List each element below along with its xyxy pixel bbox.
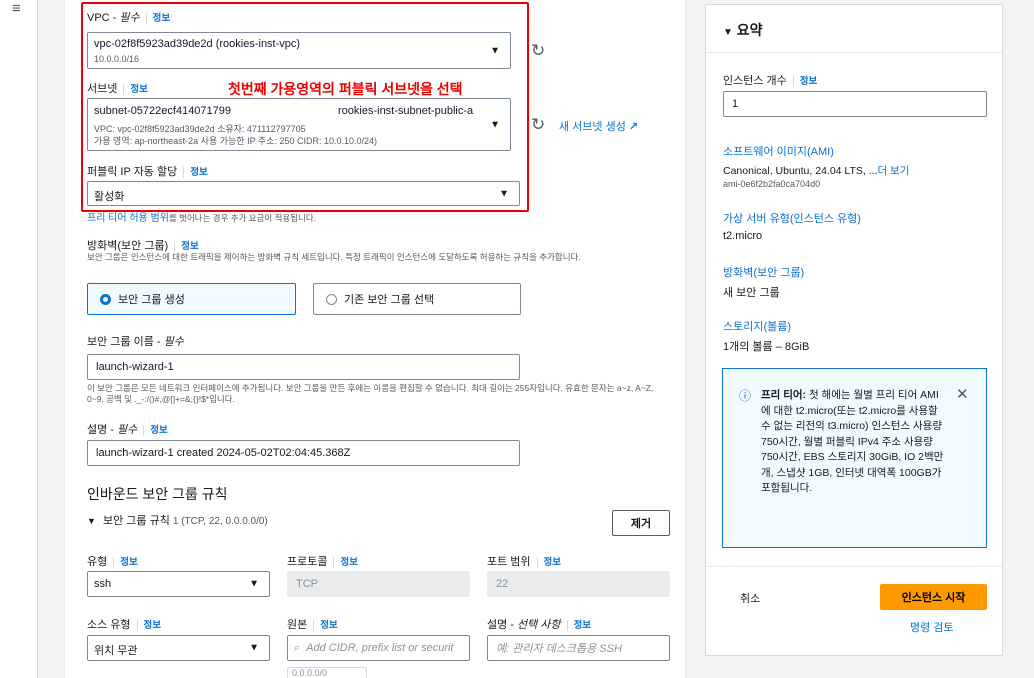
rule-header[interactable]: ▼ 보안 그룹 규칙 1 (TCP, 22, 0.0.0.0/0)	[87, 512, 268, 528]
vpc-info-link[interactable]: 정보	[145, 13, 171, 24]
caret-down-icon: ▼	[723, 27, 733, 38]
port-input: 22	[487, 571, 670, 597]
rule-desc-label: 설명 - 선택 사항 정보	[487, 619, 592, 631]
instance-type-value: t2.micro	[723, 230, 763, 242]
instance-count-input[interactable]: 1	[723, 91, 987, 117]
source-input[interactable]: ⌕ Add CIDR, prefix list or securit	[287, 635, 470, 661]
storage-link[interactable]: 스토리지(볼륨)	[723, 318, 791, 334]
refresh-vpc-icon[interactable]: ↻	[531, 42, 545, 59]
free-tier-note: 프리 티어 허용 범위를 벗어나는 경우 추가 요금이 적용됩니다.	[87, 213, 317, 224]
protocol-input: TCP	[287, 571, 470, 597]
divider	[706, 52, 1002, 53]
subnet-name: rookies-inst-subnet-public-a	[338, 105, 474, 117]
review-commands-link[interactable]: 명령 검토	[910, 619, 954, 635]
subnet-id: subnet-05722ecf414071799	[94, 105, 232, 117]
vpc-label: VPC - 필수 정보	[87, 12, 171, 24]
divider	[706, 566, 1002, 567]
sg-name-input[interactable]: launch-wizard-1	[87, 354, 520, 380]
new-subnet-link[interactable]: 새 서브넷 생성 ↗	[559, 118, 638, 134]
firewall-value: 새 보안 그룹	[723, 287, 780, 299]
refresh-subnet-icon[interactable]: ↻	[531, 116, 545, 133]
radio-unselected-icon	[326, 293, 337, 305]
source-type-value: 위치 무관	[94, 645, 138, 657]
remove-rule-button[interactable]: 제거	[612, 510, 670, 536]
caret-down-icon: ▼	[490, 45, 500, 56]
port-info-link[interactable]: 정보	[536, 557, 562, 568]
subnet-meta-2: 가용 영역: ap-northeast-2a 사용 가능한 IP 주소: 250…	[94, 136, 378, 146]
firewall-link[interactable]: 방화벽(보안 그룹)	[723, 264, 804, 280]
type-label: 유형 정보	[87, 556, 138, 568]
caret-down-icon: ▼	[490, 119, 500, 130]
firewall-info-link[interactable]: 정보	[174, 241, 199, 252]
external-link-icon: ↗	[628, 121, 639, 133]
caret-down-icon: ▼	[499, 188, 509, 199]
count-label: 인스턴스 개수 정보	[723, 75, 818, 87]
type-info-link[interactable]: 정보	[113, 557, 138, 568]
rule-desc-info-link[interactable]: 정보	[566, 620, 592, 631]
vpc-select[interactable]: vpc-02f8f5923ad39de2d (rookies-inst-vpc)…	[87, 32, 511, 69]
ami-value: Canonical, Ubuntu, 24.04 LTS, ...더 보기	[723, 165, 910, 177]
sg-desc-input[interactable]: launch-wizard-1 created 2024-05-02T02:04…	[87, 440, 520, 466]
protocol-label: 프로토콜 정보	[287, 556, 358, 568]
free-tier-link[interactable]: 프리 티어 허용 범위	[87, 213, 169, 224]
vpc-value: vpc-02f8f5923ad39de2d (rookies-inst-vpc)	[94, 38, 301, 50]
source-type-select[interactable]: 위치 무관 ▼	[87, 635, 270, 661]
radio-selected-icon	[100, 293, 111, 305]
cancel-button[interactable]: 취소	[740, 590, 760, 606]
storage-value: 1개의 볼륨 – 8GiB	[723, 341, 810, 353]
caret-down-icon: ▼	[87, 516, 96, 526]
free-tier-alert: ⓘ 프리 티어: 첫 해에는 월별 프리 티어 AMI에 대한 t2.micro…	[722, 368, 987, 548]
create-sg-option[interactable]: 보안 그룹 생성	[87, 283, 296, 315]
source-chip: 0.0.0.0/0	[287, 667, 367, 678]
search-icon: ⌕	[294, 641, 301, 654]
port-label: 포트 범위 정보	[487, 556, 562, 568]
caret-down-icon: ▼	[249, 642, 259, 654]
ami-more-link[interactable]: 더 보기	[877, 165, 909, 177]
subnet-info-link[interactable]: 정보	[123, 84, 148, 95]
inbound-rules-title: 인바운드 보안 그룹 규칙	[87, 486, 228, 502]
vpc-cidr: 10.0.0.0/16	[94, 54, 140, 64]
public-ip-select[interactable]: 활성화 ▼	[87, 181, 520, 206]
ami-link[interactable]: 소프트웨어 이미지(AMI)	[723, 143, 834, 159]
subnet-label: 서브넷 정보	[87, 83, 148, 95]
info-icon: ⓘ	[739, 389, 752, 403]
source-info-link[interactable]: 정보	[313, 620, 338, 631]
subnet-select[interactable]: subnet-05722ecf414071799 rookies-inst-su…	[87, 98, 511, 151]
sg-name-label: 보안 그룹 이름 - 필수	[87, 336, 184, 348]
side-nav-rail	[0, 0, 38, 678]
menu-icon[interactable]: ≡	[12, 1, 21, 16]
close-icon[interactable]: ✕	[956, 385, 969, 403]
source-type-info-link[interactable]: 정보	[136, 620, 162, 631]
free-tier-text: 프리 티어: 첫 해에는 월별 프리 티어 AMI에 대한 t2.micro(또…	[761, 389, 944, 494]
firewall-label: 방화벽(보안 그룹) 정보	[87, 240, 199, 252]
firewall-desc: 보안 그룹은 인스턴스에 대한 트래픽을 제어하는 방화벽 규칙 세트입니다. …	[87, 252, 581, 262]
instance-type-link[interactable]: 가상 서버 유형(인스턴스 유형)	[723, 210, 861, 226]
sg-name-desc: 이 보안 그룹은 모든 네트워크 인터페이스에 추가됩니다. 보안 그룹을 만든…	[87, 383, 654, 404]
count-info-link[interactable]: 정보	[792, 76, 818, 87]
sg-desc-info-link[interactable]: 정보	[143, 425, 168, 436]
rule-desc-input[interactable]: 예: 관리자 데스크톱용 SSH	[487, 635, 670, 661]
public-ip-value: 활성화	[94, 191, 125, 203]
annotation-text: 첫번째 가용영역의 퍼블릭 서브넷을 선택	[228, 81, 463, 97]
source-type-label: 소스 유형 정보	[87, 619, 162, 631]
public-ip-info-link[interactable]: 정보	[183, 167, 208, 178]
source-label: 원본 정보	[287, 619, 338, 631]
public-ip-label: 퍼블릭 IP 자동 할당 정보	[87, 166, 208, 178]
caret-down-icon: ▼	[249, 578, 259, 590]
type-select[interactable]: ssh ▼	[87, 571, 270, 597]
ami-id: ami-0e6f2b2fa0ca704d0	[723, 179, 821, 189]
type-value: ssh	[94, 578, 112, 590]
summary-header[interactable]: ▼ 요약	[723, 20, 763, 40]
sg-desc-label: 설명 - 필수 정보	[87, 424, 168, 436]
protocol-info-link[interactable]: 정보	[333, 557, 358, 568]
existing-sg-option[interactable]: 기존 보안 그룹 선택	[313, 283, 521, 315]
launch-instance-button[interactable]: 인스턴스 시작	[880, 584, 987, 610]
